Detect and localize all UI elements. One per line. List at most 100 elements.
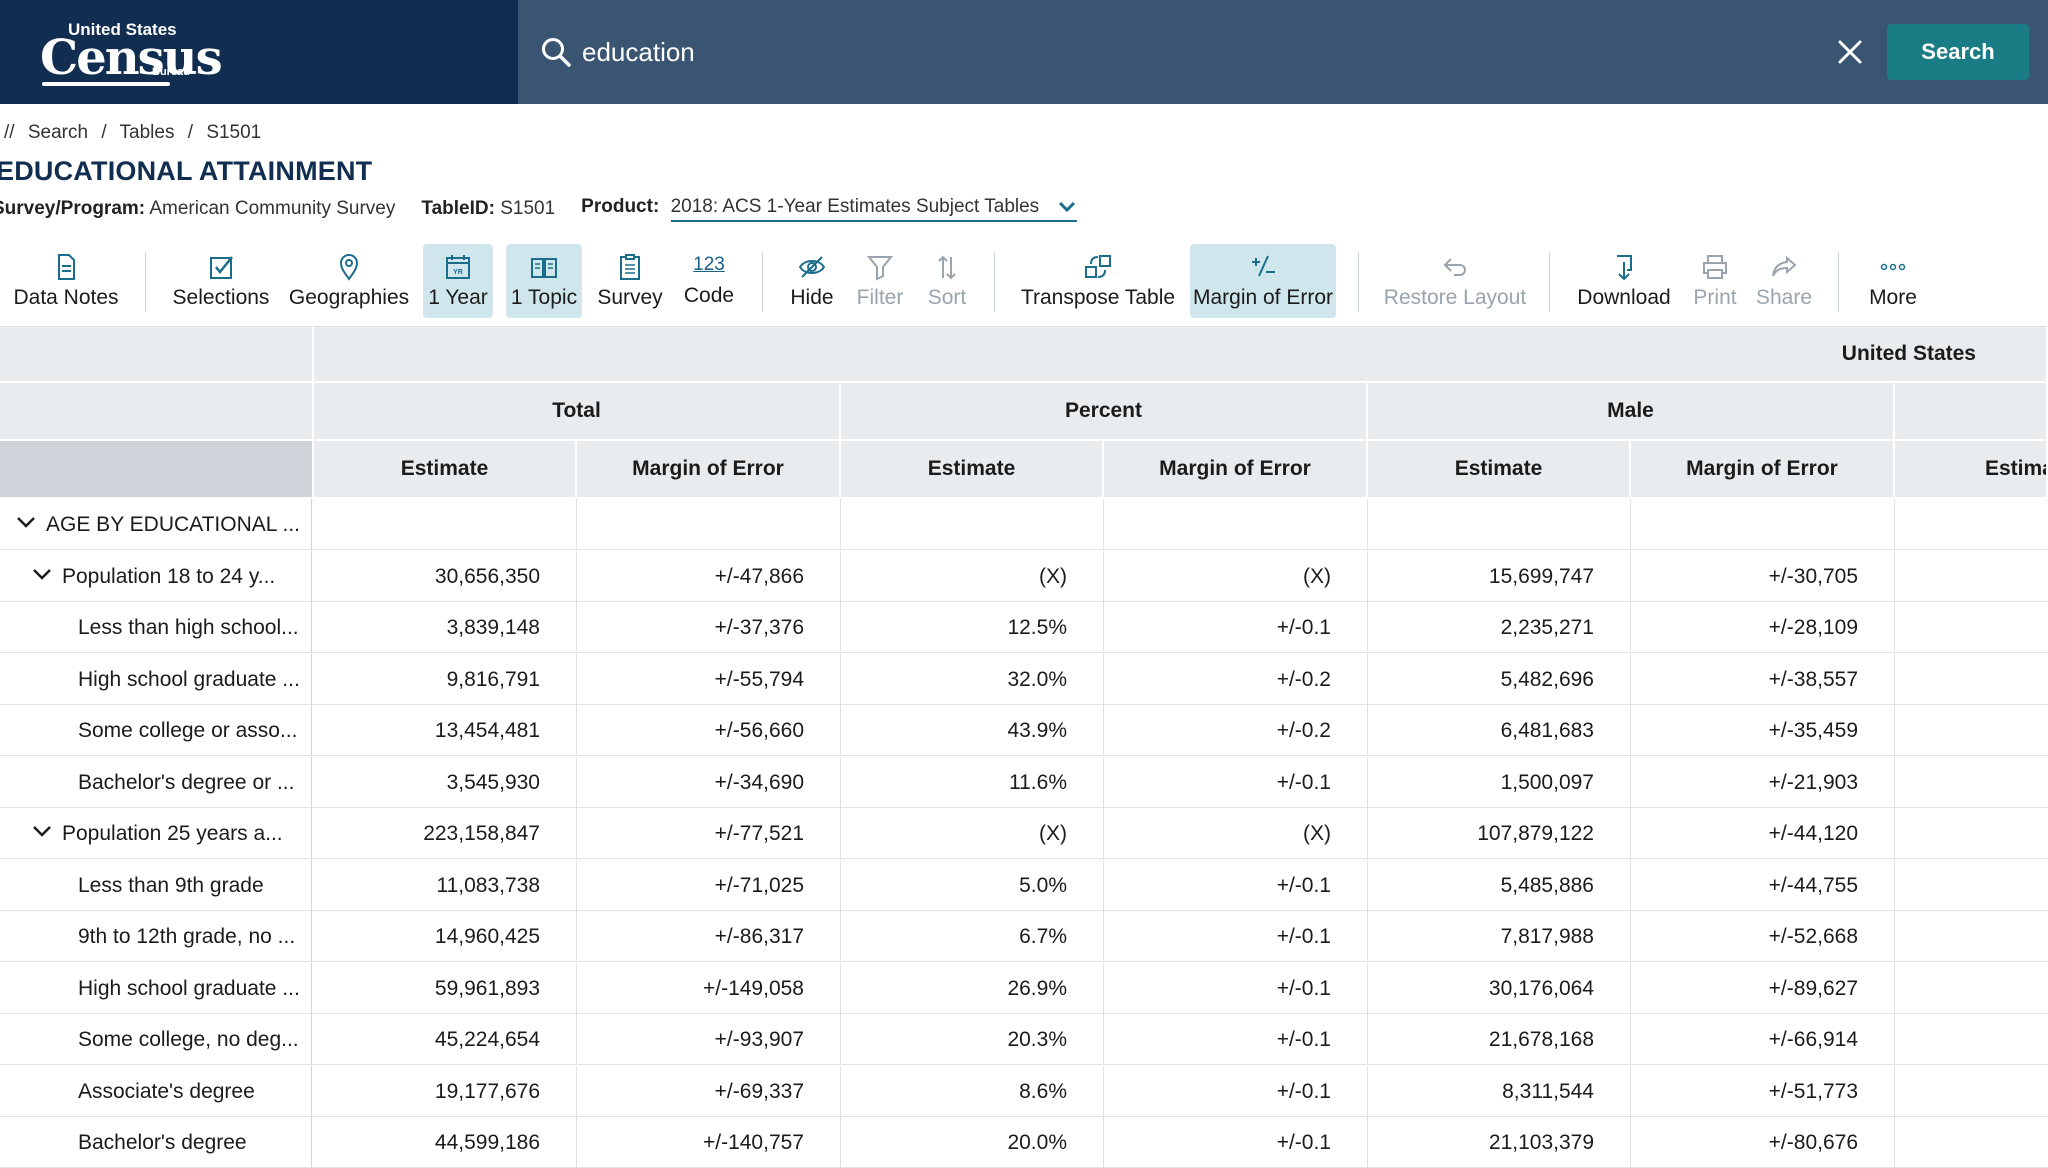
table-cell: +/-0.1 (1104, 911, 1368, 962)
row-label-text: Some college, no deg... (78, 1028, 299, 1051)
table-cell: +/-30,705 (1631, 550, 1895, 602)
table-cell: 13,454,481 (314, 705, 577, 756)
logo-line3: Bureau (152, 66, 190, 78)
topic-button[interactable]: 1 Topic (506, 244, 582, 318)
table-cell: +/-66,914 (1631, 1014, 1895, 1065)
print-label: Print (1693, 286, 1737, 309)
svg-text:YR: YR (453, 269, 463, 276)
product-value: 2018: ACS 1-Year Estimates Subject Table… (670, 196, 1040, 217)
group-header-male[interactable]: Male (1368, 383, 1895, 441)
selections-button[interactable]: Selections (168, 244, 274, 318)
group-header-total[interactable]: Total (314, 383, 841, 441)
table-cell: 8.6% (841, 1065, 1104, 1117)
table-cell (1895, 705, 2048, 756)
close-icon[interactable] (1836, 38, 1864, 66)
margin-of-error-button[interactable]: Margin of Error (1190, 244, 1336, 318)
chevron-down-icon[interactable] (32, 568, 52, 582)
table-row: Population 18 to 24 y... 30,656,350 +/-47,… (0, 550, 2048, 602)
table-cell: 6,481,683 (1368, 705, 1631, 756)
transpose-label: Transpose Table (1020, 286, 1176, 309)
row-label-text: Bachelor's degree or ... (78, 770, 295, 794)
table-cell (1104, 499, 1368, 550)
table-cell (841, 499, 1104, 550)
row-label-text: 9th to 12th grade, no ... (78, 925, 296, 948)
survey-button[interactable]: Survey (594, 244, 666, 318)
table-row: High school graduate ... 9,816,791 +/-55,7… (0, 653, 2048, 705)
code-button[interactable]: 123 Code (676, 244, 742, 318)
table-cell: +/-0.1 (1104, 756, 1368, 808)
transpose-button[interactable]: Transpose Table (1018, 244, 1178, 318)
table-cell: +/-56,660 (577, 705, 841, 756)
table-cell: 5,485,886 (1368, 859, 1631, 911)
table-cell: 5.0% (841, 859, 1104, 911)
table-cell (314, 499, 577, 550)
search-input[interactable] (582, 26, 1762, 78)
column-header-margin[interactable]: Margin of Error (1104, 441, 1368, 499)
year-button[interactable]: YR 1 Year (423, 244, 493, 318)
geographies-button[interactable]: Geographies (288, 244, 410, 318)
tableid-value: S1501 (500, 198, 556, 219)
group-header-percent[interactable]: Percent (841, 383, 1368, 441)
product-dropdown[interactable]: 2018: ACS 1-Year Estimates Subject Table… (670, 196, 1078, 222)
row-label[interactable]: Population 18 to 24 y... (0, 550, 312, 602)
table-cell: 30,176,064 (1368, 962, 1631, 1014)
column-header-margin[interactable]: Margin of Error (1631, 441, 1895, 499)
data-notes-button[interactable]: Data Notes (8, 244, 124, 318)
restore-layout-label: Restore Layout (1383, 286, 1527, 309)
table-cell (1895, 602, 2048, 653)
table-row: Bachelor's degree or ... 3,545,930 +/-34,6… (0, 756, 2048, 808)
table-cell: (X) (841, 550, 1104, 602)
hide-button[interactable]: Hide (780, 244, 844, 318)
table-cell: +/-21,903 (1631, 756, 1895, 808)
table-cell: 6.7% (841, 911, 1104, 962)
column-header-estimate[interactable]: Estimate (841, 441, 1104, 499)
table-cell: +/-0.2 (1104, 653, 1368, 705)
table-cell: +/-86,317 (577, 911, 841, 962)
table-cell: +/-37,376 (577, 602, 841, 653)
table-row: Less than high school... 3,839,148 +/-37,3… (0, 602, 2048, 653)
breadcrumb-separator: / (187, 122, 194, 143)
table-cell: 223,158,847 (314, 808, 577, 859)
table-cell: +/-69,337 (577, 1065, 841, 1117)
row-label-text: Associate's degree (78, 1079, 255, 1103)
restore-layout-button[interactable]: Restore Layout (1382, 244, 1528, 318)
breadcrumb-search[interactable]: Search (28, 122, 88, 143)
chevron-down-icon[interactable] (16, 516, 36, 530)
column-header-estimate[interactable]: Estima (1895, 441, 2048, 499)
row-label-text: High school graduate ... (78, 667, 300, 691)
sort-button[interactable]: Sort (920, 244, 974, 318)
toolbar-divider (1549, 252, 1550, 312)
group-header-label: Percent (1064, 399, 1143, 422)
share-button[interactable]: Share (1752, 244, 1816, 318)
page-title: EDUCATIONAL ATTAINMENT (0, 156, 373, 186)
breadcrumb-current: S1501 (206, 122, 262, 143)
row-label: Some college, no deg... (0, 1014, 312, 1065)
printer-icon (1703, 255, 1727, 279)
table-cell: 26.9% (841, 962, 1104, 1014)
table-cell: +/-0.2 (1104, 705, 1368, 756)
print-button[interactable]: Print (1688, 244, 1742, 318)
download-button[interactable]: Download (1572, 244, 1676, 318)
column-header-estimate[interactable]: Estimate (1368, 441, 1631, 499)
table-cell: +/-35,459 (1631, 705, 1895, 756)
row-label: Less than 9th grade (0, 859, 312, 911)
search-button[interactable]: Search (1887, 24, 2029, 80)
table-cell: +/-52,668 (1631, 911, 1895, 962)
column-header-margin[interactable]: Margin of Error (577, 441, 841, 499)
table-cell: +/-0.1 (1104, 859, 1368, 911)
row-label: Bachelor's degree (0, 1117, 312, 1168)
table-cell: 107,879,122 (1368, 808, 1631, 859)
more-button[interactable]: More (1860, 244, 1926, 318)
breadcrumb-tables[interactable]: Tables (120, 122, 175, 143)
filter-button[interactable]: Filter (852, 244, 908, 318)
table-cell: +/-0.1 (1104, 1014, 1368, 1065)
row-label[interactable]: Population 25 years a... (0, 808, 312, 859)
table-row: Population 25 years a... 223,158,847 +/-77… (0, 808, 2048, 859)
table-cell: +/-93,907 (577, 1014, 841, 1065)
table-cell: 21,103,379 (1368, 1117, 1631, 1168)
row-label: High school graduate ... (0, 962, 312, 1014)
table-cell (1895, 1066, 2048, 1117)
chevron-down-icon[interactable] (32, 825, 52, 839)
row-label[interactable]: AGE BY EDUCATIONAL ... (0, 499, 312, 550)
column-header-estimate[interactable]: Estimate (314, 441, 577, 499)
